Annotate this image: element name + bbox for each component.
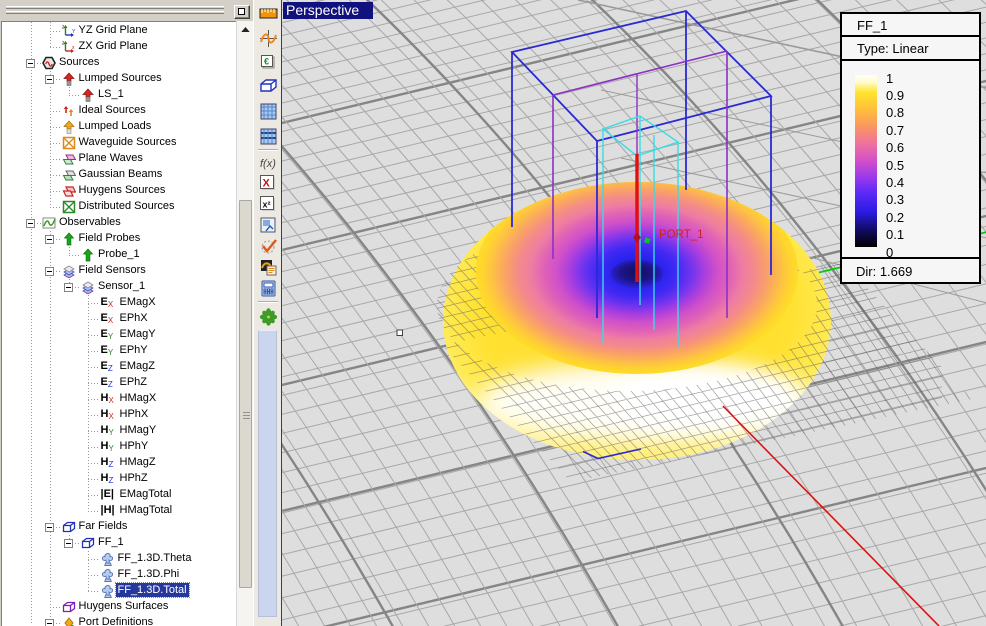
svg-text:f(x): f(x)	[260, 158, 276, 170]
svg-text:x: x	[72, 45, 75, 51]
svg-text:X: X	[263, 177, 271, 189]
svg-text:x²: x²	[263, 199, 271, 209]
svg-text:€: €	[264, 57, 269, 67]
svg-text:Y: Y	[72, 29, 76, 35]
svg-text:PORT_1: PORT_1	[659, 229, 704, 241]
